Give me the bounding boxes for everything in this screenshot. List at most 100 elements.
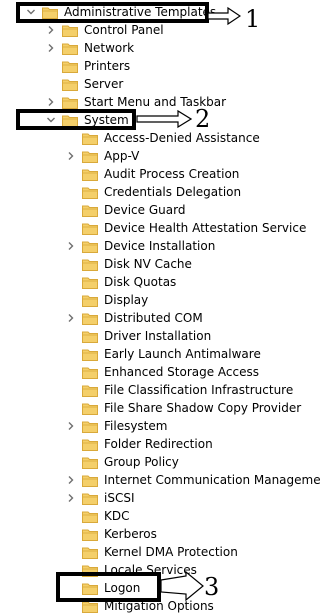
folder-icon <box>82 222 98 235</box>
chevron-right-icon[interactable] <box>66 147 76 165</box>
tree-item-label: Kernel DMA Protection <box>104 545 238 559</box>
folder-icon <box>82 132 98 145</box>
chevron-right-icon[interactable] <box>66 489 76 507</box>
tree-item-kerberos[interactable]: Kerberos <box>66 525 157 543</box>
tree-item-label: Early Launch Antimalware <box>104 347 261 361</box>
tree-item-credentials-delegation[interactable]: Credentials Delegation <box>66 183 241 201</box>
folder-icon <box>82 312 98 325</box>
tree-item-label: File Classification Infrastructure <box>104 383 294 397</box>
tree-item-disk-nv-cache[interactable]: Disk NV Cache <box>66 255 192 273</box>
tree-item-kdc[interactable]: KDC <box>66 507 130 525</box>
tree-item-display[interactable]: Display <box>66 291 148 309</box>
tree-item-label: Network <box>84 41 135 55</box>
tree-item-access-denied-assistance[interactable]: Access-Denied Assistance <box>66 129 260 147</box>
folder-icon <box>62 60 78 73</box>
tree-item-label: Enhanced Storage Access <box>104 365 260 379</box>
tree-item-label: Distributed COM <box>104 311 203 325</box>
folder-icon <box>82 258 98 271</box>
annotation-arrow-2 <box>136 109 192 129</box>
tree-item-folder-redirection[interactable]: Folder Redirection <box>66 435 213 453</box>
tree-item-device-guard[interactable]: Device Guard <box>66 201 185 219</box>
tree-item-label: Driver Installation <box>104 329 212 343</box>
tree-item-control-panel[interactable]: Control Panel <box>46 21 164 39</box>
tree-item-internet-communication-managemer[interactable]: Internet Communication Managemer <box>66 471 320 489</box>
chevron-right-icon[interactable] <box>66 471 76 489</box>
annotation-number-3: 3 <box>204 573 220 601</box>
folder-icon <box>82 420 98 433</box>
tree-item-printers[interactable]: Printers <box>46 57 130 75</box>
folder-icon <box>82 402 98 415</box>
tree-item-audit-process-creation[interactable]: Audit Process Creation <box>66 165 239 183</box>
annotation-number-1: 1 <box>245 5 261 33</box>
folder-icon <box>82 528 98 541</box>
folder-icon <box>62 24 78 37</box>
tree-item-enhanced-storage-access[interactable]: Enhanced Storage Access <box>66 363 259 381</box>
folder-icon <box>82 384 98 397</box>
tree-item-disk-quotas[interactable]: Disk Quotas <box>66 273 176 291</box>
tree-item-device-health-attestation-service[interactable]: Device Health Attestation Service <box>66 219 306 237</box>
folder-icon <box>82 366 98 379</box>
tree-item-server[interactable]: Server <box>46 75 123 93</box>
tree-item-label: Server <box>84 77 124 91</box>
tree-item-app-v[interactable]: App-V <box>66 147 139 165</box>
highlight-box-logon <box>56 572 161 602</box>
folder-icon <box>82 456 98 469</box>
tree-item-group-policy[interactable]: Group Policy <box>66 453 179 471</box>
folder-icon <box>82 438 98 451</box>
folder-icon <box>62 96 78 109</box>
tree-item-label: Control Panel <box>84 23 164 37</box>
chevron-right-icon[interactable] <box>46 39 56 57</box>
chevron-right-icon[interactable] <box>66 417 76 435</box>
folder-icon <box>82 474 98 487</box>
folder-icon <box>82 186 98 199</box>
chevron-right-icon[interactable] <box>66 309 76 327</box>
tree-item-label: KDC <box>104 509 130 523</box>
folder-icon <box>82 294 98 307</box>
folder-icon <box>82 546 98 559</box>
chevron-right-icon[interactable] <box>66 237 76 255</box>
tree-item-device-installation[interactable]: Device Installation <box>66 237 215 255</box>
tree-item-label: Internet Communication Managemer <box>104 473 320 487</box>
tree-item-iscsi[interactable]: iSCSI <box>66 489 135 507</box>
tree-item-file-classification-infrastructure[interactable]: File Classification Infrastructure <box>66 381 293 399</box>
folder-icon <box>82 168 98 181</box>
folder-icon <box>82 240 98 253</box>
folder-icon <box>82 276 98 289</box>
tree-item-kernel-dma-protection[interactable]: Kernel DMA Protection <box>66 543 238 561</box>
tree-item-network[interactable]: Network <box>46 39 134 57</box>
highlight-box-system <box>16 109 136 130</box>
tree-item-label: Audit Process Creation <box>104 167 240 181</box>
folder-icon <box>82 204 98 217</box>
tree-item-file-share-shadow-copy-provider[interactable]: File Share Shadow Copy Provider <box>66 399 301 417</box>
folder-icon <box>82 348 98 361</box>
tree-item-distributed-com[interactable]: Distributed COM <box>66 309 203 327</box>
tree-item-label: iSCSI <box>104 491 135 505</box>
tree-item-label: Printers <box>84 59 131 73</box>
tree-item-driver-installation[interactable]: Driver Installation <box>66 327 211 345</box>
chevron-right-icon[interactable] <box>46 21 56 39</box>
tree-item-early-launch-antimalware[interactable]: Early Launch Antimalware <box>66 345 261 363</box>
tree-item-label: App-V <box>104 149 140 163</box>
tree-item-label: Group Policy <box>104 455 179 469</box>
tree-item-label: File Share Shadow Copy Provider <box>104 401 302 415</box>
annotation-number-2: 2 <box>195 105 211 133</box>
tree-item-label: Credentials Delegation <box>104 185 242 199</box>
tree-item-label: Display <box>104 293 149 307</box>
tree-item-filesystem[interactable]: Filesystem <box>66 417 167 435</box>
